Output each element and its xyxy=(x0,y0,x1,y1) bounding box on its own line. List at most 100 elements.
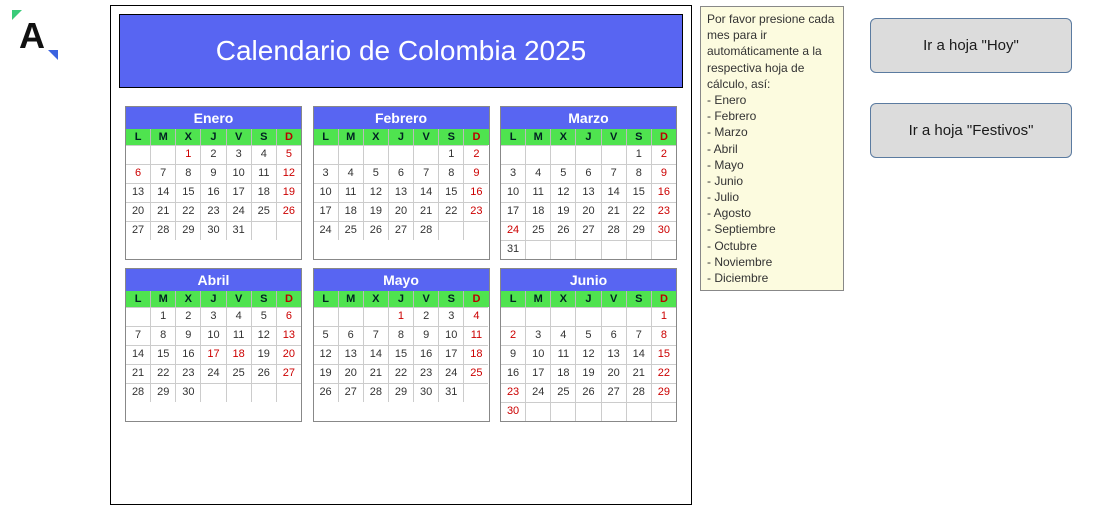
day-cell: 30 xyxy=(176,383,201,402)
day-cell: 11 xyxy=(464,326,488,345)
month-abril[interactable]: AbrilLMXJVSD1234567891011121314151617181… xyxy=(125,268,302,422)
month-enero[interactable]: EneroLMXJVSD1234567891011121314151617181… xyxy=(125,106,302,260)
note-month-item: - Diciembre xyxy=(707,270,837,286)
day-cell: 29 xyxy=(652,383,676,402)
dow-cell: D xyxy=(277,291,301,307)
go-festivos-button[interactable]: Ir a hoja "Festivos" xyxy=(870,103,1072,158)
day-cell: 11 xyxy=(339,183,364,202)
day-cell: 13 xyxy=(389,183,414,202)
month-marzo[interactable]: MarzoLMXJVSD1234567891011121314151617181… xyxy=(500,106,677,260)
month-title: Junio xyxy=(501,269,676,291)
day-cell: 2 xyxy=(414,307,439,326)
dow-cell: D xyxy=(277,129,301,145)
dow-cell: J xyxy=(389,129,414,145)
dow-row: LMXJVSD xyxy=(501,129,676,145)
day-cell: 29 xyxy=(627,221,652,240)
day-cell: 24 xyxy=(501,221,526,240)
week-row: 17181920212223 xyxy=(314,202,489,221)
day-cell xyxy=(576,145,601,164)
day-cell: 10 xyxy=(501,183,526,202)
day-cell: 11 xyxy=(551,345,576,364)
day-cell xyxy=(501,307,526,326)
day-cell xyxy=(602,145,627,164)
dow-cell: D xyxy=(652,129,676,145)
day-cell: 30 xyxy=(652,221,676,240)
day-cell: 25 xyxy=(551,383,576,402)
day-cell: 29 xyxy=(389,383,414,402)
svg-text:A: A xyxy=(19,15,45,56)
day-cell: 21 xyxy=(364,364,389,383)
day-cell xyxy=(526,240,551,259)
day-cell xyxy=(627,307,652,326)
month-title: Enero xyxy=(126,107,301,129)
day-cell: 20 xyxy=(389,202,414,221)
day-cell: 21 xyxy=(602,202,627,221)
day-cell: 19 xyxy=(314,364,339,383)
day-cell: 3 xyxy=(439,307,464,326)
day-cell: 9 xyxy=(652,164,676,183)
dow-cell: J xyxy=(201,129,226,145)
day-cell: 11 xyxy=(526,183,551,202)
day-cell: 11 xyxy=(252,164,277,183)
day-cell: 5 xyxy=(364,164,389,183)
day-cell: 26 xyxy=(551,221,576,240)
note-month-item: - Abril xyxy=(707,141,837,157)
month-mayo[interactable]: MayoLMXJVSD12345678910111213141516171819… xyxy=(313,268,490,422)
day-cell: 23 xyxy=(201,202,226,221)
month-junio[interactable]: JunioLMXJVSD1234567891011121314151617181… xyxy=(500,268,677,422)
week-row: 12345 xyxy=(126,145,301,164)
note-month-list: - Enero- Febrero- Marzo- Abril- Mayo- Ju… xyxy=(707,92,837,286)
day-cell: 8 xyxy=(176,164,201,183)
day-cell: 5 xyxy=(277,145,301,164)
week-row: 1234 xyxy=(314,307,489,326)
day-cell: 8 xyxy=(652,326,676,345)
week-row: 262728293031 xyxy=(314,383,489,402)
dow-cell: M xyxy=(151,291,176,307)
day-cell: 22 xyxy=(176,202,201,221)
day-cell xyxy=(551,145,576,164)
day-cell: 15 xyxy=(389,345,414,364)
day-cell: 1 xyxy=(439,145,464,164)
day-cell: 1 xyxy=(652,307,676,326)
day-cell: 1 xyxy=(176,145,201,164)
day-cell: 30 xyxy=(201,221,226,240)
day-cell: 9 xyxy=(501,345,526,364)
dow-cell: S xyxy=(439,129,464,145)
day-cell xyxy=(252,221,277,240)
day-cell: 22 xyxy=(439,202,464,221)
note-month-item: - Mayo xyxy=(707,157,837,173)
week-row: 14151617181920 xyxy=(126,345,301,364)
week-row: 78910111213 xyxy=(126,326,301,345)
week-row: 10111213141516 xyxy=(314,183,489,202)
month-title: Febrero xyxy=(314,107,489,129)
dow-cell: S xyxy=(252,129,277,145)
day-cell: 14 xyxy=(602,183,627,202)
week-row: 16171819202122 xyxy=(501,364,676,383)
day-cell xyxy=(339,307,364,326)
week-row: 12 xyxy=(314,145,489,164)
day-cell: 18 xyxy=(339,202,364,221)
day-cell: 31 xyxy=(227,221,252,240)
day-cell: 25 xyxy=(526,221,551,240)
day-cell: 2 xyxy=(501,326,526,345)
dow-cell: S xyxy=(439,291,464,307)
day-cell: 31 xyxy=(439,383,464,402)
day-cell xyxy=(602,240,627,259)
day-cell: 28 xyxy=(126,383,151,402)
day-cell: 13 xyxy=(576,183,601,202)
day-cell xyxy=(277,383,301,402)
day-cell xyxy=(227,383,252,402)
day-cell: 25 xyxy=(252,202,277,221)
month-febrero[interactable]: FebreroLMXJVSD12345678910111213141516171… xyxy=(313,106,490,260)
day-cell: 18 xyxy=(551,364,576,383)
week-row: 17181920212223 xyxy=(501,202,676,221)
day-cell: 26 xyxy=(314,383,339,402)
day-cell: 13 xyxy=(277,326,301,345)
day-cell: 23 xyxy=(501,383,526,402)
go-today-button[interactable]: Ir a hoja "Hoy" xyxy=(870,18,1072,73)
note-month-item: - Noviembre xyxy=(707,254,837,270)
day-cell: 1 xyxy=(627,145,652,164)
day-cell: 12 xyxy=(551,183,576,202)
week-row: 123456 xyxy=(126,307,301,326)
week-row: 21222324252627 xyxy=(126,364,301,383)
